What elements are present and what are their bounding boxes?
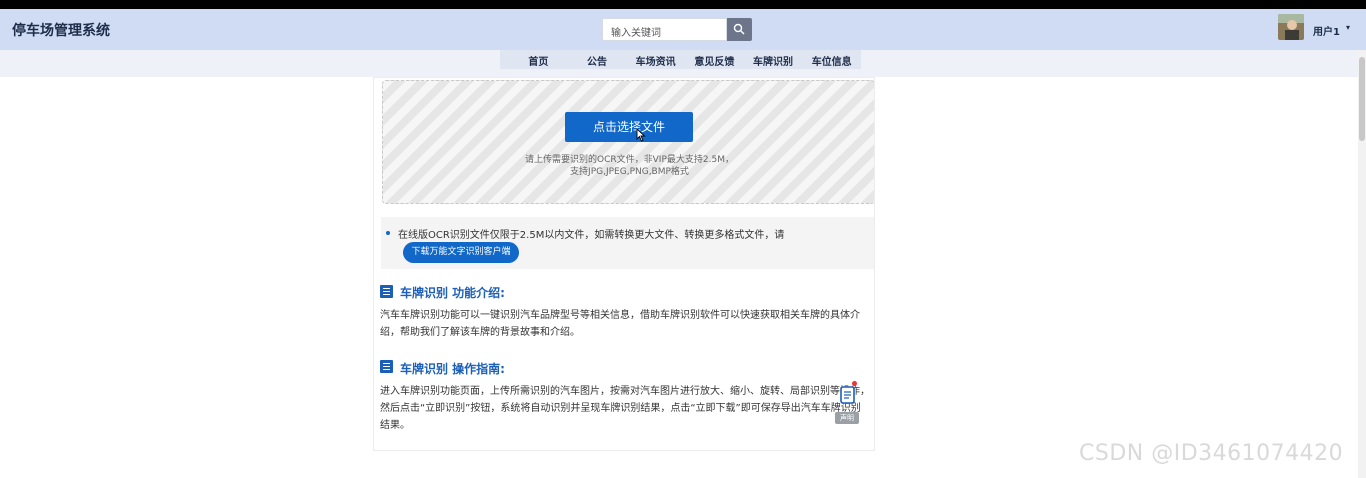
nav-item-announcements[interactable]: 公告 [568,50,627,69]
bullet-icon [386,231,390,235]
main-nav: 首页 公告 车场资讯 意见反馈 车牌识别 车位信息 [500,50,861,69]
site-title: 停车场管理系统 [12,23,110,39]
nav-item-feedback[interactable]: 意见反馈 [685,50,744,69]
section-title-partial [380,448,470,450]
nav-item-plate-recognition[interactable]: 车牌识别 [744,50,803,69]
clipboard-icon [380,360,393,373]
scrollbar-thumb[interactable] [1359,57,1365,141]
section-body-guide: 进入车牌识别功能页面，上传所需识别的汽车图片，按需对汽车图片进行放大、缩小、旋转… [380,386,870,431]
nav-item-parking-news[interactable]: 车场资讯 [626,50,685,69]
select-file-button[interactable]: 点击选择文件 [565,112,693,142]
notification-dot [852,381,857,386]
main-content: 点击选择文件 请上传需要识别的OCR文件，非VIP最大支持2.5M， 支持JPG… [373,77,875,451]
size-notice: 在线版OCR识别文件仅限于2.5M以内文件，如需转换更大文件、转换更多格式文件，… [381,217,874,269]
search-icon [733,23,745,35]
notice-text: 在线版OCR识别文件仅限于2.5M以内文件，如需转换更大文件、转换更多格式文件，… [398,230,785,241]
chevron-down-icon[interactable]: ▾ [1346,23,1350,32]
avatar[interactable] [1278,14,1304,40]
search-button[interactable] [727,18,752,41]
document-icon [380,285,393,298]
upload-dropzone[interactable]: 点击选择文件 请上传需要识别的OCR文件，非VIP最大支持2.5M， 支持JPG… [382,80,874,204]
user-name[interactable]: 用户1 [1313,23,1340,38]
statement-icon[interactable] [838,384,858,406]
window-frame [0,0,1366,9]
section-body-intro: 汽车车牌识别功能可以一键识别汽车品牌型号等相关信息，借助车牌识别软件可以快速获取… [380,310,860,338]
nav-item-home[interactable]: 首页 [509,50,568,69]
cursor-icon [636,128,646,142]
top-header: 停车场管理系统 输入关键词 用户1 ▾ [0,9,1366,50]
download-client-button[interactable]: 下载万能文字识别客户端 [403,242,519,263]
watermark: CSDN @ID3461074420 [1079,441,1344,466]
section-title-intro: 车牌识别 功能介绍: [400,286,505,300]
statement-label[interactable]: 声明 [835,412,859,424]
section-title-guide: 车牌识别 操作指南: [400,362,505,376]
nav-item-parking-spaces[interactable]: 车位信息 [802,50,861,69]
upload-format-hint: 支持JPG,JPEG,PNG,BMP格式 [570,167,689,177]
search-input[interactable]: 输入关键词 [602,18,727,41]
